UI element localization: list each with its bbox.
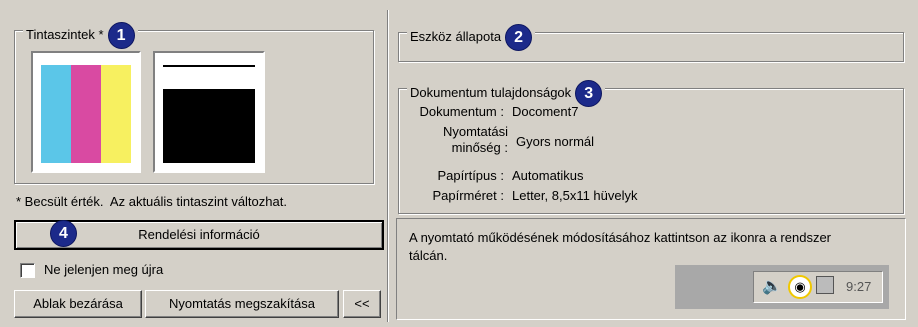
black-ink-tank [153, 51, 265, 173]
dont-show-again-label[interactable]: Ne jelenjen meg újra [44, 262, 163, 277]
system-tray-inset: 🔈 ◉ 9:27 [753, 271, 883, 303]
paper-type-label: Papírtípus : [437, 168, 504, 183]
callout-badge-1: 1 [107, 22, 135, 49]
paper-type-value: Automatikus [512, 168, 584, 183]
callout-badge-3: 3 [575, 80, 603, 107]
info-panel: A nyomtató működésének módosításához kat… [396, 218, 906, 320]
vertical-divider [387, 10, 388, 322]
device-status-group: Eszköz állapota 2 [398, 24, 904, 62]
document-properties-legend: Dokumentum tulajdonságok 3 [407, 80, 606, 107]
ink-estimate-note: * Becsült érték. Az aktuális tintaszint … [16, 194, 287, 209]
info-message: A nyomtató működésének módosításához kat… [409, 230, 832, 263]
collapse-button[interactable]: << [343, 290, 381, 318]
document-value: Docoment7 [512, 104, 579, 119]
print-quality-label: Nyomtatási minőség : [442, 124, 508, 155]
cyan-ink-bar [41, 65, 71, 163]
network-icon[interactable] [816, 276, 834, 294]
document-label: Dokumentum : [419, 104, 504, 119]
color-ink-tank [31, 51, 141, 173]
callout-badge-2: 2 [505, 24, 533, 51]
dont-show-again-checkbox[interactable] [20, 263, 35, 278]
paper-size-label: Papírméret : [432, 188, 504, 203]
yellow-ink-bar [101, 65, 131, 163]
close-window-button[interactable]: Ablak bezárása [14, 290, 142, 318]
black-ink-bar [163, 89, 255, 163]
magenta-ink-bar [71, 65, 101, 163]
cancel-print-button[interactable]: Nyomtatás megszakítása [145, 290, 339, 318]
print-quality-value: Gyors normál [516, 134, 595, 149]
callout-badge-4: 4 [50, 220, 77, 247]
tray-clock: 9:27 [846, 279, 872, 294]
speaker-icon[interactable]: 🔈 [762, 276, 782, 296]
device-status-legend: Eszköz állapota 2 [407, 24, 536, 51]
black-ink-top-line [163, 65, 255, 67]
system-tray: 🔈 ◉ 9:27 [675, 265, 889, 309]
order-info-label: Rendelési információ [138, 227, 260, 242]
paper-size-value: Letter, 8,5x11 hüvelyk [512, 188, 638, 203]
ink-levels-group: Tintaszintek * 1 [14, 22, 374, 184]
ink-levels-legend: Tintaszintek * 1 [23, 22, 138, 49]
printer-tray-icon[interactable]: ◉ [788, 275, 812, 299]
order-info-button[interactable]: 4 Rendelési információ [14, 220, 384, 250]
